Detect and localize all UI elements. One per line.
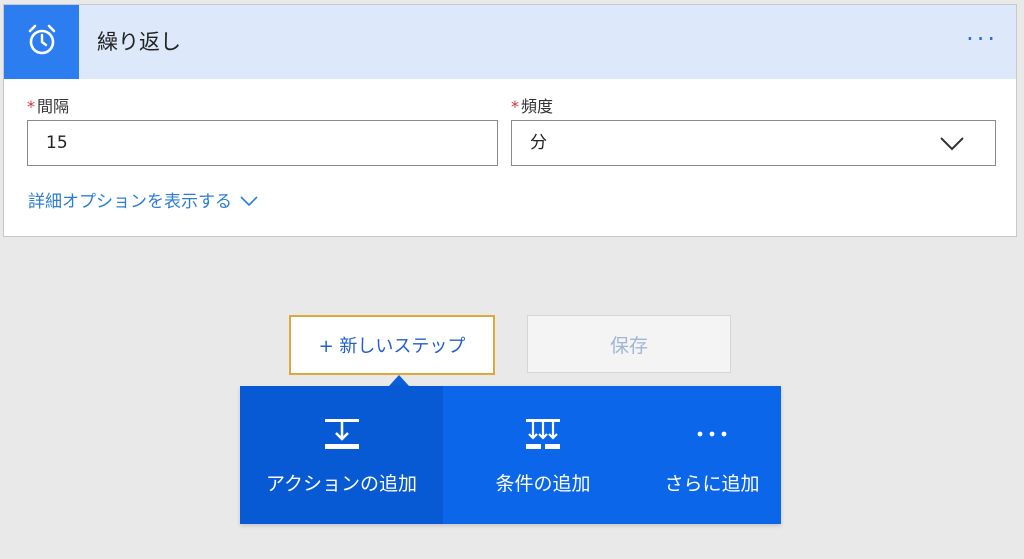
trigger-icon-tile <box>4 5 79 79</box>
alarm-clock-icon <box>24 22 60 62</box>
frequency-label-text: 頻度 <box>521 97 554 116</box>
flow-designer-canvas: 繰り返し ··· * 間隔 15 * 頻度 分 詳細オプションを表示する + 新… <box>0 0 1024 559</box>
more-options-icon[interactable]: ··· <box>966 27 998 51</box>
add-condition-item[interactable]: 条件の追加 <box>443 386 643 524</box>
flyout-pointer <box>389 375 409 386</box>
add-condition-icon <box>524 416 562 456</box>
required-marker: * <box>511 97 519 116</box>
add-condition-label: 条件の追加 <box>495 473 591 495</box>
recurrence-trigger-card: 繰り返し ··· * 間隔 15 * 頻度 分 詳細オプションを表示する <box>3 4 1017 237</box>
add-action-label: アクションの追加 <box>265 473 418 495</box>
card-title: 繰り返し <box>97 30 181 54</box>
add-action-item[interactable]: アクションの追加 <box>240 386 443 524</box>
interval-input[interactable]: 15 <box>27 120 498 166</box>
chevron-down-icon <box>939 134 965 156</box>
interval-label-text: 間隔 <box>37 97 70 116</box>
new-step-flyout-menu: アクションの追加 条件の追加 さらに追加 <box>240 386 781 524</box>
more-icon <box>693 416 731 456</box>
card-header[interactable]: 繰り返し ··· <box>4 5 1016 79</box>
frequency-value: 分 <box>530 133 547 153</box>
add-more-label: さらに追加 <box>664 473 760 495</box>
advanced-options-label: 詳細オプションを表示する <box>28 192 232 212</box>
add-more-item[interactable]: さらに追加 <box>643 386 781 524</box>
interval-label: * 間隔 <box>27 97 69 117</box>
frequency-label: * 頻度 <box>511 97 553 117</box>
add-action-icon <box>323 416 361 456</box>
required-marker: * <box>27 97 35 116</box>
show-advanced-options-link[interactable]: 詳細オプションを表示する <box>28 191 258 213</box>
save-button[interactable]: 保存 <box>527 315 731 373</box>
chevron-down-icon <box>232 191 258 213</box>
frequency-select[interactable]: 分 <box>511 120 996 166</box>
new-step-button[interactable]: + 新しいステップ <box>289 315 495 375</box>
interval-value: 15 <box>46 133 68 153</box>
